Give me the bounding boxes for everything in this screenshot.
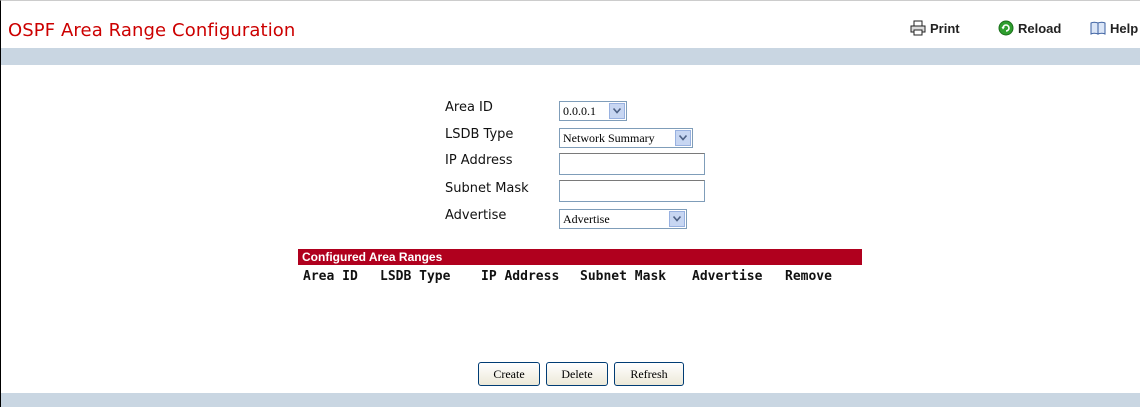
chevron-down-icon[interactable] xyxy=(675,130,691,146)
delete-button[interactable]: Delete xyxy=(546,362,608,386)
area-id-select[interactable]: 0.0.0.1 xyxy=(559,101,627,121)
subnet-mask-input[interactable] xyxy=(559,180,705,202)
advertise-label: Advertise xyxy=(445,208,507,223)
col-area-id: Area ID xyxy=(303,269,358,284)
advertise-select[interactable]: Advertise xyxy=(559,209,687,229)
reload-button[interactable]: Reload xyxy=(998,20,1061,36)
footer-band xyxy=(1,393,1140,407)
header-band xyxy=(1,48,1140,65)
help-button[interactable]: Help xyxy=(1090,20,1138,36)
ip-address-input[interactable] xyxy=(559,153,705,175)
col-subnet-mask: Subnet Mask xyxy=(580,269,667,284)
print-button[interactable]: Print xyxy=(910,20,960,36)
subnet-mask-label: Subnet Mask xyxy=(445,181,529,196)
lsdb-type-value: Network Summary xyxy=(563,130,655,145)
advertise-value: Advertise xyxy=(563,211,610,226)
lsdb-type-label: LSDB Type xyxy=(445,127,514,142)
print-label: Print xyxy=(930,20,960,36)
create-button[interactable]: Create xyxy=(478,362,540,386)
chevron-down-icon[interactable] xyxy=(669,211,685,227)
lsdb-type-select[interactable]: Network Summary xyxy=(559,128,693,148)
help-label: Help xyxy=(1110,20,1139,36)
ip-address-label: IP Address xyxy=(445,153,513,168)
page-title: OSPF Area Range Configuration xyxy=(8,20,296,41)
col-lsdb-type: LSDB Type xyxy=(380,269,451,284)
refresh-button[interactable]: Refresh xyxy=(614,362,684,386)
chevron-down-icon[interactable] xyxy=(609,103,625,119)
help-book-icon xyxy=(1090,20,1106,36)
configured-area-ranges-header: Configured Area Ranges xyxy=(298,249,862,265)
printer-icon xyxy=(910,20,926,36)
col-remove: Remove xyxy=(785,269,832,284)
col-ip-address: IP Address xyxy=(481,269,560,284)
area-id-value: 0.0.0.1 xyxy=(563,103,596,118)
col-advertise: Advertise xyxy=(692,269,763,284)
reload-icon xyxy=(998,20,1014,36)
reload-label: Reload xyxy=(1018,20,1062,36)
area-id-label: Area ID xyxy=(445,100,493,115)
